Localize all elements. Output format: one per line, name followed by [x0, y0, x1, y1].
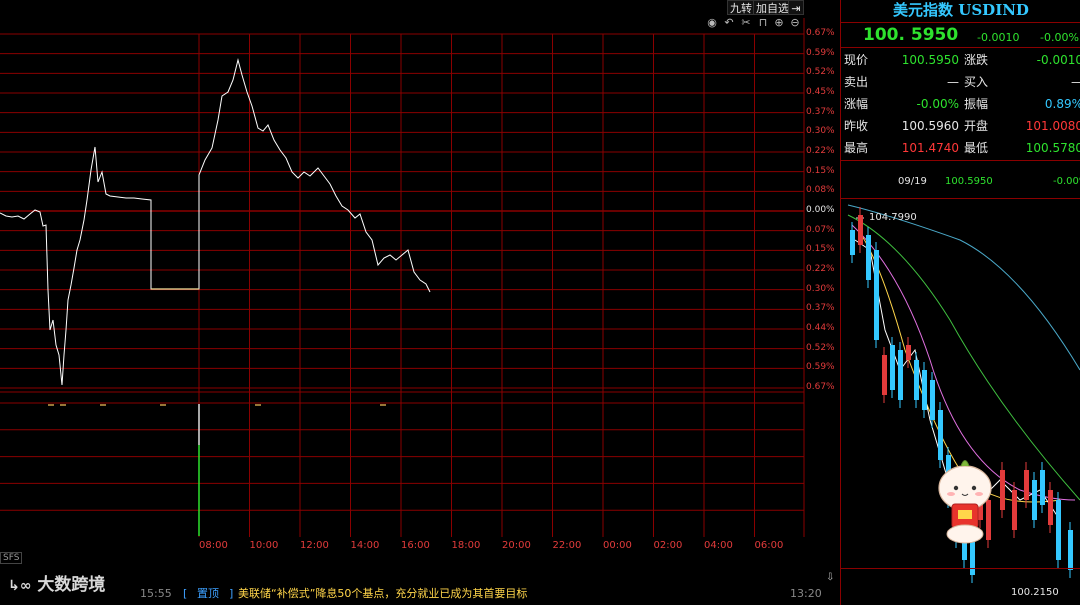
quote-value: 101.0080: [1025, 119, 1080, 133]
time-tick-label: 00:00: [603, 540, 632, 551]
quote-label: 现价: [844, 53, 869, 67]
eye-icon[interactable]: ◉: [706, 17, 718, 29]
pct-tick-label: 0.08%: [806, 185, 835, 196]
time-tick-label: 18:00: [451, 540, 481, 551]
pct-tick-label: 0.22%: [806, 146, 835, 156]
time-tick-label: 06:00: [754, 540, 784, 551]
pct-tick-label: 0.30%: [806, 283, 835, 294]
pct-tick-label: 0.59%: [806, 362, 835, 373]
pct-tick-label: 0.45%: [806, 87, 835, 97]
time-tick-label: 10:00: [249, 540, 279, 551]
side-tab[interactable]: SFS: [0, 552, 23, 564]
quote-row: 昨收 100.5960 开盘 101.0080: [841, 116, 1080, 136]
quote-value: -0.0010: [1036, 53, 1080, 67]
quote-value: 100.5960: [901, 119, 959, 133]
time-tick-label: 20:00: [502, 540, 531, 551]
quote-label: 最高: [844, 141, 869, 155]
time-tick-label: 14:00: [350, 540, 380, 551]
pct-tick-label: 0.44%: [806, 323, 835, 333]
price-change-pct: -0.00%: [1040, 31, 1079, 44]
time-tick-label: 22:00: [552, 540, 582, 551]
status-time-left: 15:55: [140, 587, 172, 600]
time-tick-label: 02:00: [653, 540, 683, 551]
quote-value: 0.89%: [1044, 97, 1080, 111]
quote-label: 买入: [964, 75, 989, 89]
news-pin-tag[interactable]: 置顶: [197, 583, 219, 605]
time-tick-label: 08:00: [199, 540, 228, 551]
divider: [841, 198, 1080, 199]
time-tick-label: 16:00: [401, 540, 430, 551]
status-bar: 15:55 [ 置顶 ] 美联储“补偿式”降息50个基点，充分就业已成为其首要目…: [0, 572, 840, 605]
pct-tick-label: 0.52%: [806, 342, 835, 353]
quote-label: 卖出: [844, 75, 869, 89]
quote-row: 涨幅 -0.00% 振幅 0.89%: [841, 94, 1080, 114]
news-bracket-close: ]: [229, 587, 234, 600]
price-change: -0.0010: [977, 31, 1020, 44]
quote-value: -0.00%: [916, 97, 959, 111]
pct-tick-label: 0.67%: [806, 382, 835, 392]
date-pct: -0.00%: [1053, 176, 1080, 187]
download-icon[interactable]: ⇩: [826, 567, 834, 589]
pct-tick-label: 0.07%: [806, 224, 835, 235]
quote-value: 100.5780: [1025, 141, 1080, 155]
news-ticker[interactable]: 美联储“补偿式”降息50个基点，充分就业已成为其首要目标: [238, 583, 527, 605]
quote-label: 振幅: [964, 97, 989, 111]
date-label: 09/19: [898, 176, 927, 187]
pct-tick-label: 0.52%: [806, 67, 835, 78]
quote-label: 开盘: [964, 119, 989, 133]
divider: [841, 160, 1080, 161]
zoom-out-icon[interactable]: ⊖: [789, 17, 801, 29]
quote-value: —: [1013, 72, 1080, 92]
quote-row: 卖出 — 买入 —: [841, 72, 1080, 92]
pct-tick-label: 0.30%: [806, 126, 835, 137]
lock-icon[interactable]: ⊓: [757, 17, 769, 29]
time-tick-label: 12:00: [300, 540, 329, 551]
scissors-icon[interactable]: ✂: [740, 17, 752, 29]
divider: [841, 568, 1080, 569]
quote-value: 100.5950: [901, 53, 959, 67]
pct-tick-label: 0.15%: [806, 165, 835, 176]
mascot-sticker: [938, 460, 992, 544]
divider: [841, 22, 1080, 23]
pct-tick-label: 0.37%: [806, 303, 835, 314]
quote-label: 最低: [964, 141, 989, 155]
logo-icon: ↳∞: [8, 578, 32, 594]
app-window: 九转 加自选 ⇥ ◉ ↶ ✂ ⊓ ⊕ ⊖ 0.67% 0.59% 0.52% 0.45…: [0, 0, 1080, 605]
zoom-in-icon[interactable]: ⊕: [773, 17, 785, 29]
pct-tick-label: 0.15%: [806, 244, 835, 255]
nine-turn-button[interactable]: 九转: [727, 0, 755, 15]
add-watchlist-button[interactable]: 加自选: [753, 0, 792, 15]
quote-label: 昨收: [844, 119, 869, 133]
pct-tick-label: 0.22%: [806, 264, 835, 274]
kline-high-label: 104.7990: [869, 212, 917, 223]
status-time-right: 13:20: [790, 587, 822, 600]
quote-row: 最高 101.4740 最低 100.5780: [841, 138, 1080, 158]
pct-tick-label: 0.00%: [806, 205, 835, 215]
price-line: [0, 58, 431, 386]
quote-value: —: [947, 75, 959, 89]
time-tick-label: 04:00: [704, 540, 733, 551]
date-price: 100.5950: [945, 176, 993, 187]
instrument-title: 美元指数 USDIND: [893, 1, 1029, 19]
logo-text: 大数跨境: [37, 575, 106, 595]
news-bracket-open: [: [183, 587, 188, 600]
undo-icon[interactable]: ↶: [723, 17, 735, 29]
divider: [841, 47, 1080, 48]
kline-low-label: 100.2150: [1011, 587, 1059, 598]
watermark-logo: ↳∞ 大数跨境: [8, 570, 105, 595]
pct-tick-label: 0.37%: [806, 106, 835, 117]
quote-label: 涨幅: [844, 97, 869, 111]
exit-icon[interactable]: ⇥: [788, 0, 804, 15]
quote-value: 101.4740: [901, 141, 959, 155]
pct-tick-label: 0.67%: [806, 28, 835, 38]
last-price: 100. 5950: [863, 25, 959, 45]
quote-label: 涨跌: [964, 53, 989, 67]
pct-tick-label: 0.59%: [806, 47, 835, 58]
quote-row: 现价 100.5950 涨跌 -0.0010: [841, 50, 1080, 70]
